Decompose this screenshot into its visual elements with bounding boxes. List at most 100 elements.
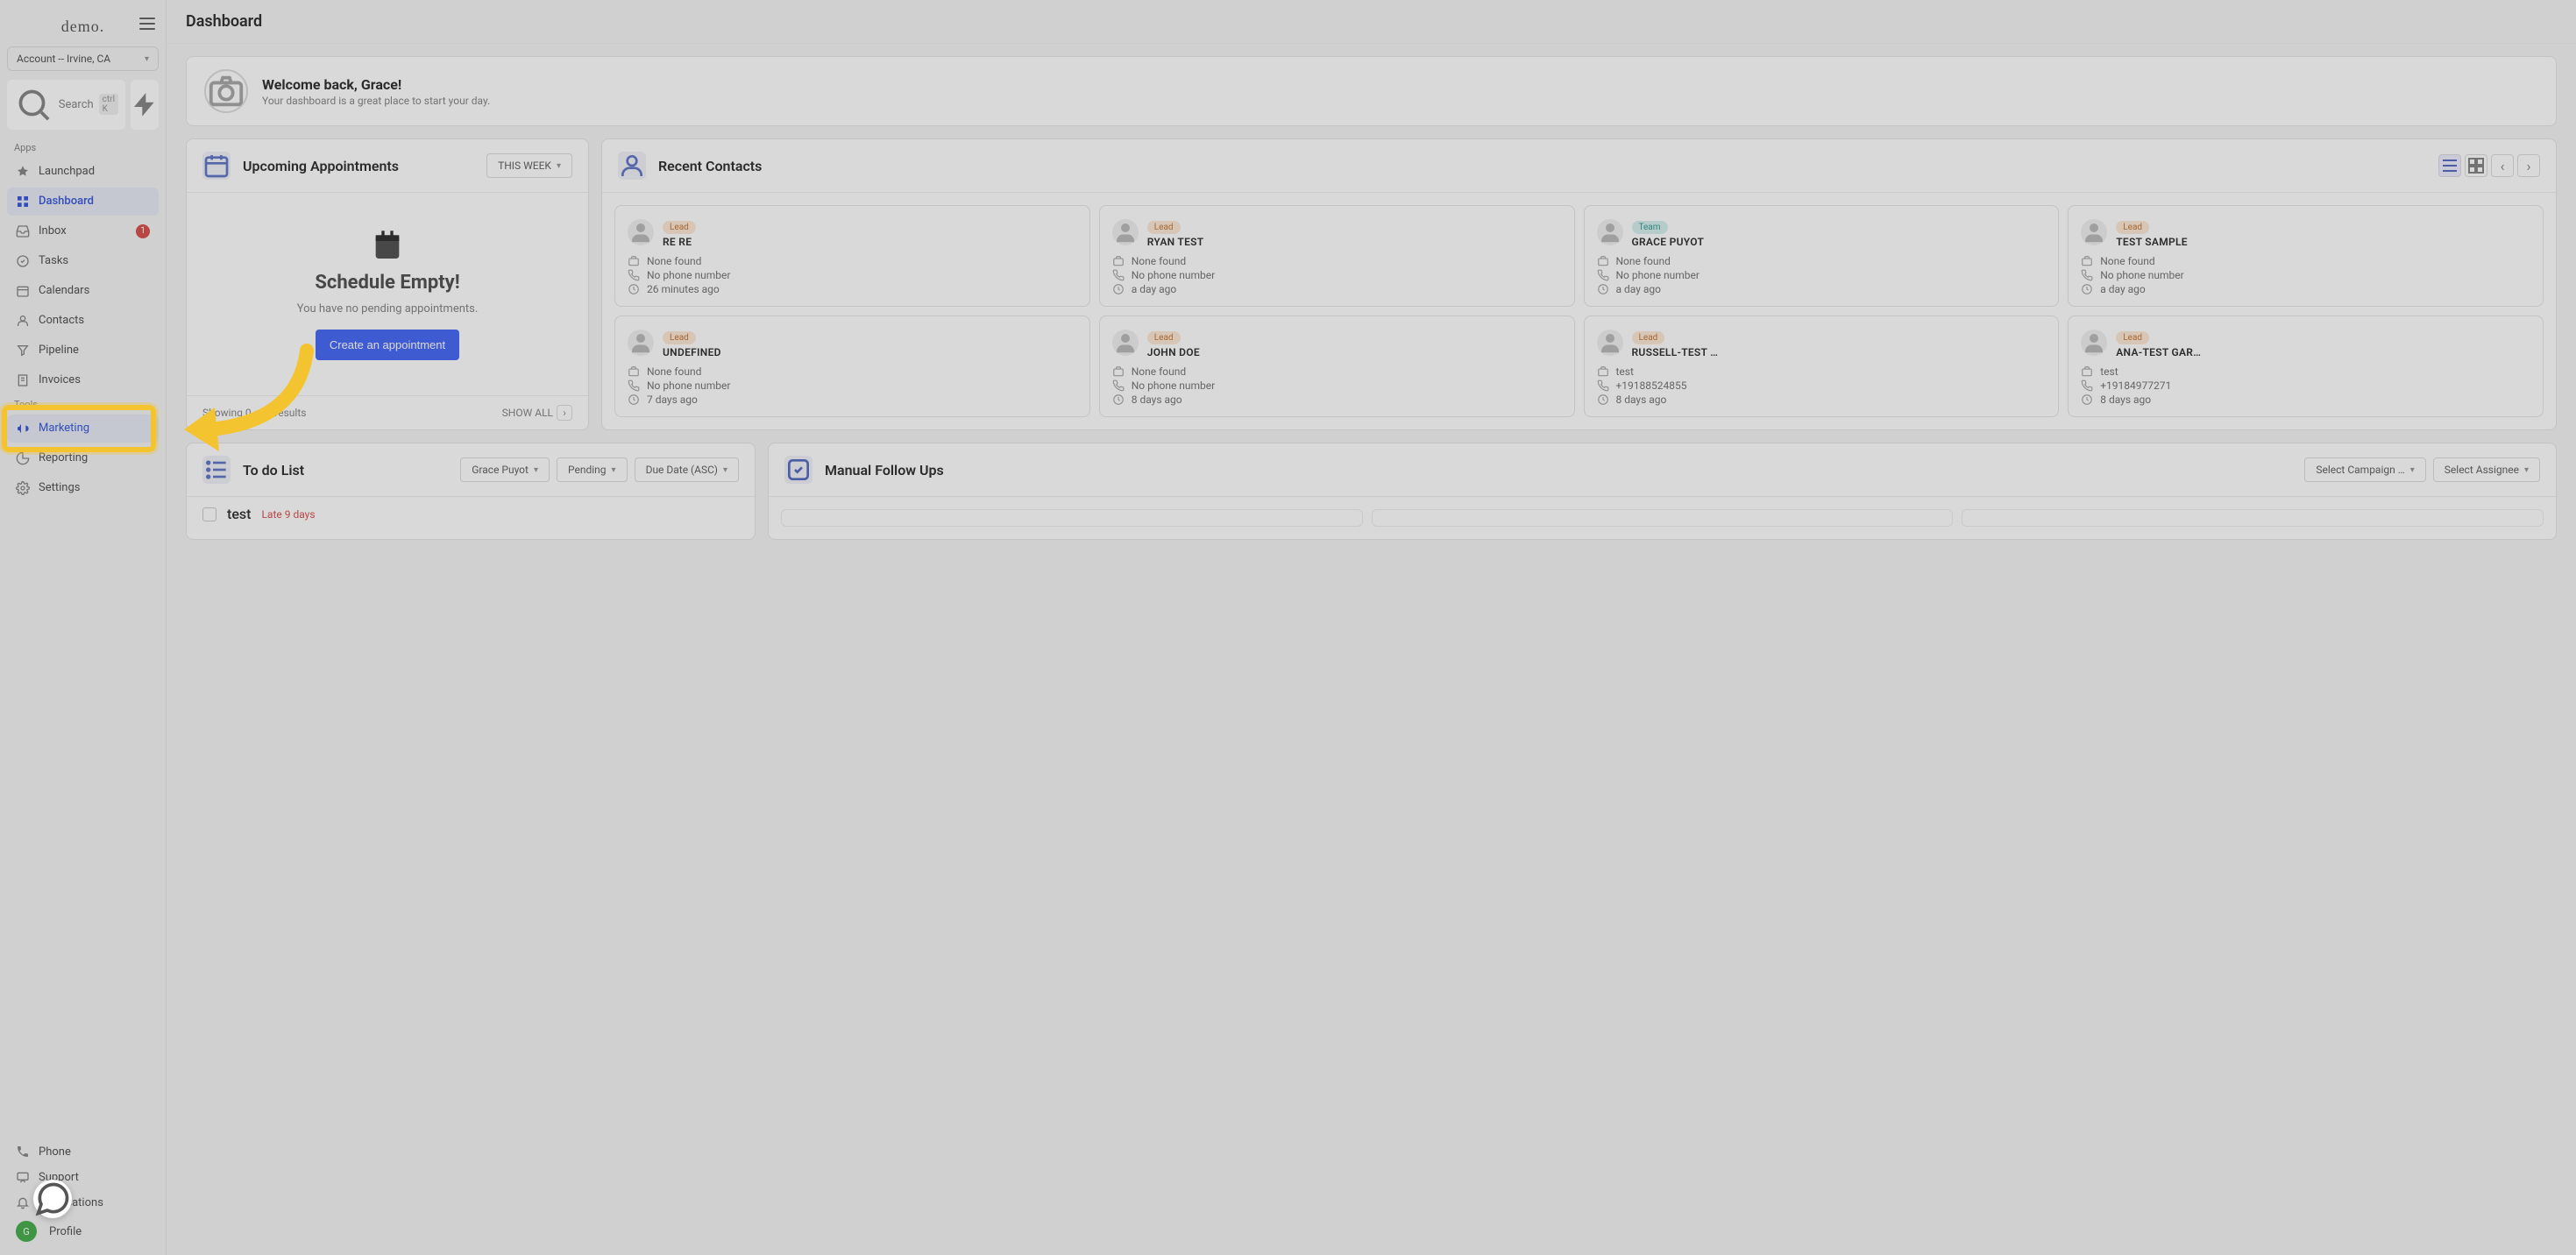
next-button[interactable]: › <box>2517 154 2540 177</box>
checkbox[interactable] <box>202 507 216 521</box>
contact-tile[interactable]: Lead RE RE None found No phone number 26… <box>614 205 1090 307</box>
sidebar-item-label: Contacts <box>39 314 84 327</box>
view-list-button[interactable] <box>2438 154 2461 177</box>
phone-icon <box>16 1145 30 1159</box>
sidebar-item-contacts[interactable]: Contacts <box>7 307 159 335</box>
contact-tag: Lead <box>1147 221 1181 234</box>
main-content: Dashboard Welcome back, Grace! Your dash… <box>167 0 2576 1255</box>
followup-placeholder <box>1962 509 2544 527</box>
chevron-down-icon: ▾ <box>534 465 538 475</box>
sidebar-item-profile[interactable]: G Profile <box>7 1216 159 1247</box>
briefcase-icon <box>628 365 640 378</box>
chat-widget[interactable] <box>33 1180 72 1218</box>
todo-item[interactable]: test Late 9 days <box>187 497 755 531</box>
sidebar-item-label: Profile <box>49 1225 82 1238</box>
contact-phone: +19184977271 <box>2100 379 2171 392</box>
avatar-icon <box>1112 219 1139 245</box>
todo-item-title: test <box>227 506 251 522</box>
show-all-link[interactable]: SHOW ALL › <box>502 405 572 421</box>
sidebar-item-launchpad[interactable]: Launchpad <box>7 158 159 186</box>
contact-time: 7 days ago <box>647 394 698 406</box>
phone-icon <box>1112 379 1125 392</box>
contact-tile[interactable]: Lead RYAN TEST None found No phone numbe… <box>1099 205 1575 307</box>
contact-org: None found <box>1132 365 1186 378</box>
chat-icon <box>16 1170 30 1184</box>
sidebar: demo. Account -- Irvine, CA ▾ Search ctr… <box>0 0 167 1255</box>
results-count: Showing 0 of 0 results <box>202 407 306 419</box>
contact-tile[interactable]: Lead ANA-TEST GAR… test +19184977271 8 d… <box>2068 316 2544 417</box>
sidebar-item-settings[interactable]: Settings <box>7 474 159 502</box>
contact-tag: Team <box>1632 221 1668 234</box>
chevron-down-icon: ▾ <box>612 465 616 475</box>
todo-sort-filter[interactable]: Due Date (ASC)▾ <box>635 457 739 482</box>
todo-assignee-filter[interactable]: Grace Puyot▾ <box>460 457 550 482</box>
camera-icon[interactable] <box>204 69 248 113</box>
contact-phone: No phone number <box>1132 269 1215 281</box>
contact-name: JOHN DOE <box>1147 346 1200 358</box>
sidebar-item-pipeline[interactable]: Pipeline <box>7 337 159 365</box>
contact-tile[interactable]: Lead JOHN DOE None found No phone number… <box>1099 316 1575 417</box>
avatar-icon <box>2081 330 2107 356</box>
followup-placeholder <box>1372 509 1954 527</box>
empty-subtitle: You have no pending appointments. <box>297 302 479 316</box>
clock-icon <box>1597 394 1609 406</box>
sidebar-item-reporting[interactable]: Reporting <box>7 444 159 472</box>
briefcase-icon <box>1112 255 1125 267</box>
sidebar-item-tasks[interactable]: Tasks <box>7 247 159 275</box>
sidebar-item-notifications[interactable]: Notifications <box>7 1190 159 1215</box>
contact-org: test <box>1616 365 1634 378</box>
sidebar-item-label: Settings <box>39 481 80 494</box>
create-appointment-button[interactable]: Create an appointment <box>316 330 459 360</box>
followup-campaign-filter[interactable]: Select Campaign …▾ <box>2304 457 2425 482</box>
invoice-icon <box>16 373 30 387</box>
welcome-banner: Welcome back, Grace! Your dashboard is a… <box>186 56 2557 126</box>
menu-toggle-icon[interactable] <box>139 18 155 30</box>
phone-icon <box>2081 269 2093 281</box>
sidebar-item-label: Marketing <box>39 422 89 435</box>
clock-icon <box>2081 283 2093 295</box>
contact-phone: +19188524855 <box>1616 379 1687 392</box>
contact-name: TEST SAMPLE <box>2116 236 2188 248</box>
contact-tag: Lead <box>2116 331 2149 344</box>
sidebar-item-label: Calendars <box>39 284 89 297</box>
gear-icon <box>16 481 30 495</box>
search-shortcut: ctrl K <box>99 94 118 115</box>
appointments-filter[interactable]: THIS WEEK ▾ <box>486 153 572 178</box>
sidebar-item-invoices[interactable]: Invoices <box>7 366 159 394</box>
sidebar-item-dashboard[interactable]: Dashboard <box>7 188 159 216</box>
contact-phone: No phone number <box>1132 379 1215 392</box>
sidebar-item-label: Phone <box>39 1145 71 1159</box>
contact-tile[interactable]: Lead RUSSELL-TEST … test +19188524855 8 … <box>1584 316 2060 417</box>
account-selector[interactable]: Account -- Irvine, CA ▾ <box>7 46 159 71</box>
upcoming-appointments-card: Upcoming Appointments THIS WEEK ▾ Schedu… <box>186 138 589 430</box>
followup-placeholder <box>781 509 1363 527</box>
followup-assignee-filter[interactable]: Select Assignee▾ <box>2433 457 2540 482</box>
sidebar-item-support[interactable]: Support <box>7 1165 159 1189</box>
chevron-down-icon: ▾ <box>2524 465 2529 475</box>
todo-status-filter[interactable]: Pending▾ <box>557 457 628 482</box>
sidebar-item-label: Reporting <box>39 451 88 464</box>
contact-tile[interactable]: Lead UNDEFINED None found No phone numbe… <box>614 316 1090 417</box>
contact-org: None found <box>1616 255 1671 267</box>
sidebar-item-phone[interactable]: Phone <box>7 1139 159 1164</box>
sidebar-item-marketing[interactable]: Marketing <box>7 415 159 443</box>
contact-name: GRACE PUYOT <box>1632 236 1705 248</box>
search-icon <box>14 85 53 124</box>
contact-org: None found <box>2100 255 2154 267</box>
avatar-icon <box>1112 330 1139 356</box>
contact-tile[interactable]: Lead TEST SAMPLE None found No phone num… <box>2068 205 2544 307</box>
sidebar-item-calendars[interactable]: Calendars <box>7 277 159 305</box>
contact-tile[interactable]: Team GRACE PUYOT None found No phone num… <box>1584 205 2060 307</box>
view-grid-button[interactable] <box>2465 154 2487 177</box>
chevron-down-icon: ▾ <box>723 465 727 475</box>
quick-action-button[interactable] <box>131 80 159 130</box>
contact-phone: No phone number <box>2100 269 2183 281</box>
contact-phone: No phone number <box>647 269 730 281</box>
card-title: Upcoming Appointments <box>243 158 474 174</box>
contact-org: test <box>2100 365 2118 378</box>
prev-button[interactable]: ‹ <box>2491 154 2514 177</box>
sidebar-item-inbox[interactable]: Inbox 1 <box>7 217 159 245</box>
sidebar-item-label: Pipeline <box>39 344 79 357</box>
search-placeholder: Search <box>59 98 94 111</box>
search-input[interactable]: Search ctrl K <box>7 80 125 130</box>
